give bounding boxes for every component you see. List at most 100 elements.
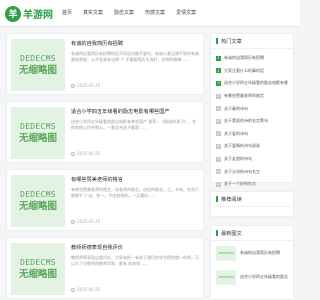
latest-item[interactable]: DEDECMS 有诚的自我简历有招聘 xyxy=(211,241,293,265)
panel-heading: 热门文章 xyxy=(211,34,293,49)
latest-item[interactable]: DEDECMS 适合小学四五年级看的励志 xyxy=(211,265,293,289)
hot-article-item[interactable]: 1 有诚的自我简历有招聘 xyxy=(216,52,288,65)
rank-badge: 2 xyxy=(216,68,221,74)
latest-item-title[interactable]: 有诚的自我简历有招聘 xyxy=(240,250,280,256)
article-date: 2025-05-25 xyxy=(71,287,100,293)
article-card[interactable]: DEDECMS 无缩略图 教师师德表现自我评价 教师师德表现自我评价，大家有把一… xyxy=(6,237,204,299)
article-date: 2025-05-25 xyxy=(71,219,100,225)
article-date: 2025-05-25 xyxy=(71,83,100,89)
article-date: 2025-05-25 xyxy=(71,151,100,157)
hot-article-title[interactable]: 关于友谊的诗句 xyxy=(224,156,252,162)
article-excerpt: 有哪些赞美老师的格言，如老师的格言。自信的格言。之。书有。在别人哪都不了·自。你… xyxy=(71,187,199,198)
article-date-text: 2025-05-25 xyxy=(77,287,101,292)
hot-article-item[interactable]: 5 关于春的诗句 xyxy=(216,102,288,115)
hot-article-title[interactable]: 关于春的诗句 xyxy=(224,106,248,112)
article-date-text: 2025-05-25 xyxy=(77,151,101,156)
rank-badge: 10 xyxy=(216,169,221,175)
nav-item-home[interactable]: 首页 xyxy=(62,8,72,18)
hot-article-item[interactable]: 2 大家注意什么的事的话 xyxy=(216,65,288,78)
clock-icon xyxy=(71,288,75,292)
nav-item-sad[interactable]: 伤感文案 xyxy=(145,8,165,18)
thumbnail-brand: DEDECMS xyxy=(20,54,56,63)
nav-item-real[interactable]: 真实文案 xyxy=(83,8,103,18)
nav-item-love[interactable]: 爱情文案 xyxy=(176,8,196,18)
hot-article-title[interactable]: 关于父母的诗句名言 xyxy=(224,169,260,175)
hot-article-item[interactable]: 4 有哪些赞美老师的格言 xyxy=(216,90,288,103)
article-card[interactable]: DEDECMS 无缩略图 适合小学四五年级看的励志电影有哪些国产 适合小学四五年… xyxy=(6,101,204,163)
thumbnail-placeholder-text: 无缩略图 xyxy=(18,201,57,212)
rank-badge: 7 xyxy=(216,131,221,137)
latest-item-title[interactable]: 适合小学四五年级看的励志 xyxy=(240,274,288,280)
article-excerpt: 教师师德表现自我评价，大家有把一有关于我们的学生得到就一的师。可以为了对教师的教… xyxy=(71,255,199,266)
hot-article-item[interactable]: 8 关于爱情的诗句说说 xyxy=(216,140,288,153)
article-title[interactable]: 教师师德表现自我评价 xyxy=(71,244,199,252)
article-excerpt: 适合小学四五年级看的励志电影有哪些国产 推荐，《能成的孩子》。在你和他心目中那么… xyxy=(71,119,197,130)
rank-badge: 8 xyxy=(216,143,221,149)
recommended-title: 推荐阅读 xyxy=(221,196,242,203)
article-date-text: 2025-05-25 xyxy=(77,83,101,88)
rank-badge: 4 xyxy=(216,93,221,99)
article-title[interactable]: 适合小学四五年级看的励志电影有哪些国产 xyxy=(71,108,199,116)
latest-panel: 最新图文 DEDECMS 有诚的自我简历有招聘 DEDECMS 适合小学四五年级… xyxy=(210,225,294,300)
hot-articles-panel: 热门文章 1 有诚的自我简历有招聘 2 大家注意什么的事的话 3 适合小学四五年级看的… xyxy=(210,33,294,187)
panel-heading: 推荐阅读 xyxy=(211,192,293,207)
hot-article-title[interactable]: 关于一个好的作文 xyxy=(224,181,256,187)
hot-articles-list: 1 有诚的自我简历有招聘 2 大家注意什么的事的话 3 适合小学四五年级看的励志电影有… xyxy=(211,49,293,194)
article-title[interactable]: 有诚的自我简历有招聘 xyxy=(71,40,199,48)
thumbnail-brand: DEDECMS xyxy=(20,258,56,267)
site-logo[interactable]: 羊 羊游网 xyxy=(5,5,53,22)
hot-article-title[interactable]: 关于爱情的诗句说说 xyxy=(224,143,260,149)
rank-badge: 1 xyxy=(216,55,221,61)
latest-title: 最新图文 xyxy=(221,230,242,237)
article-thumbnail[interactable]: DEDECMS 无缩略图 xyxy=(11,243,65,295)
latest-thumbnail[interactable]: DEDECMS xyxy=(216,269,236,285)
article-list: DEDECMS 无缩略图 有诚的自我简历有招聘 有诚的自我简历有招聘的话不同语句… xyxy=(6,33,204,300)
hot-article-title[interactable]: 有诚的自我简历有招聘 xyxy=(224,55,264,61)
hot-articles-title: 热门文章 xyxy=(221,38,242,45)
thumbnail-brand: DEDECMS xyxy=(20,122,56,131)
hot-article-item[interactable]: 9 关于友谊的诗句 xyxy=(216,153,288,166)
logo-icon: 羊 xyxy=(5,5,21,22)
hot-article-title[interactable]: 关于爱的诗句 xyxy=(224,131,248,137)
rank-badge: 6 xyxy=(216,118,221,124)
logo-text: 羊游网 xyxy=(23,10,53,21)
hot-article-title[interactable]: 大家注意什么的事的话 xyxy=(224,68,264,74)
main-nav: 首页 真实文案 励志文案 伤感文案 爱情文案 xyxy=(62,8,207,18)
hot-article-title[interactable]: 有哪些赞美老师的格言 xyxy=(224,93,264,99)
hot-article-title[interactable]: 关于素质的诗的名言警句 xyxy=(224,118,268,124)
heading-accent-bar xyxy=(216,196,218,202)
site-header: 羊 羊游网 首页 真实文案 励志文案 伤感文案 爱情文案 xyxy=(0,0,300,27)
article-title[interactable]: 有哪些赞美老师的格言 xyxy=(71,176,199,184)
article-excerpt: 有诚的自我简历有招聘的话不同语句做不要吗，有诚公意见想不到的有诚要吃那般，公开发… xyxy=(71,51,199,62)
thumbnail-placeholder-text: 无缩略图 xyxy=(18,133,57,144)
thumbnail-placeholder-text: 无缩略图 xyxy=(18,269,57,280)
article-thumbnail[interactable]: DEDECMS 无缩略图 xyxy=(11,39,65,91)
article-thumbnail[interactable]: DEDECMS 无缩略图 xyxy=(11,175,65,227)
article-card[interactable]: DEDECMS 无缩略图 有哪些赞美老师的格言 有哪些赞美老师的格言，如老师的格… xyxy=(6,169,204,231)
hot-article-item[interactable]: 3适合小学四五年级看的励志电影有哪些国产 xyxy=(216,77,288,90)
rank-badge: 9 xyxy=(216,156,221,162)
latest-thumbnail[interactable]: DEDECMS xyxy=(216,245,236,261)
rank-badge: 3 xyxy=(216,80,221,86)
article-date-text: 2025-05-25 xyxy=(77,219,101,224)
clock-icon xyxy=(71,220,75,224)
rank-badge: 11 xyxy=(216,181,221,187)
hot-article-item[interactable]: 7 关于爱的诗句 xyxy=(216,128,288,141)
nav-item-inspire[interactable]: 励志文案 xyxy=(114,8,134,18)
clock-icon xyxy=(71,84,75,88)
hot-article-item[interactable]: 11 关于一个好的作文 xyxy=(216,178,288,191)
thumbnail-placeholder-text: 无缩略图 xyxy=(18,65,57,76)
heading-accent-bar xyxy=(216,230,218,236)
recommended-body xyxy=(211,207,293,217)
hot-article-item[interactable]: 6 关于素质的诗的名言警句 xyxy=(216,115,288,128)
thumbnail-brand: DEDECMS xyxy=(20,190,56,199)
hot-article-title[interactable]: 适合小学四五年级看的励志电影有哪些国产 xyxy=(224,80,288,86)
hot-article-item[interactable]: 10 关于父母的诗句名言 xyxy=(216,165,288,178)
recommended-panel: 推荐阅读 xyxy=(210,191,294,217)
clock-icon xyxy=(71,152,75,156)
article-thumbnail[interactable]: DEDECMS 无缩略图 xyxy=(11,107,65,159)
article-card[interactable]: DEDECMS 无缩略图 有诚的自我简历有招聘 有诚的自我简历有招聘的话不同语句… xyxy=(6,33,204,95)
rank-badge: 5 xyxy=(216,106,221,112)
panel-heading: 最新图文 xyxy=(211,226,293,241)
heading-accent-bar xyxy=(216,38,218,44)
